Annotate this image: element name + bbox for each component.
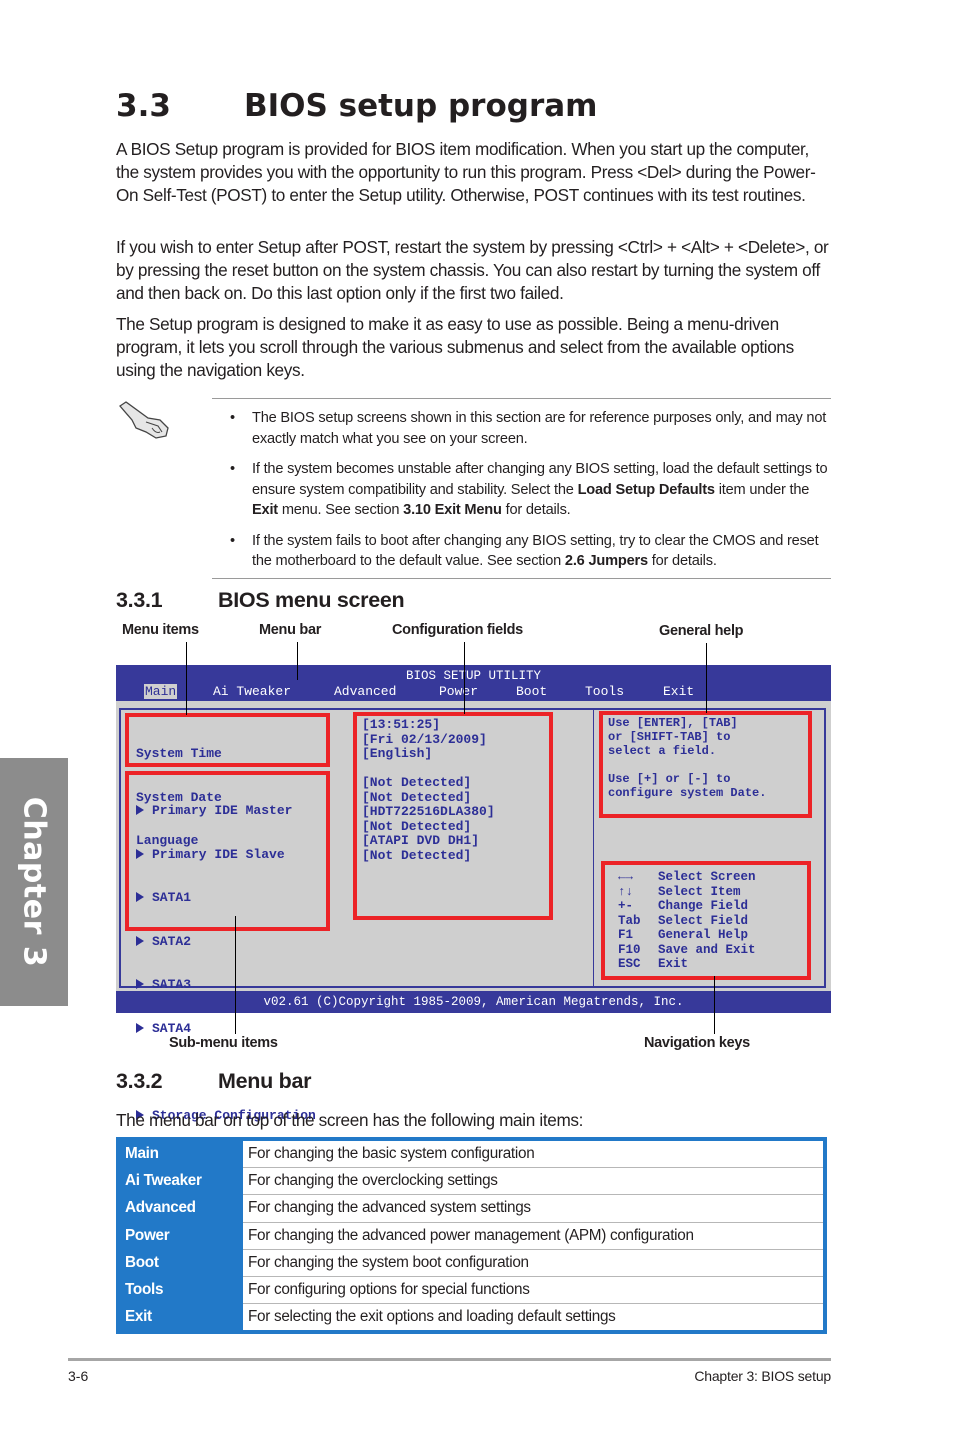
table-row: Advanced For changing the advanced system… bbox=[118, 1194, 825, 1223]
menu-item-description: For changing the basic system configurat… bbox=[242, 1139, 825, 1169]
highlight-menu-items bbox=[125, 713, 330, 767]
highlight-config-fields bbox=[353, 712, 553, 920]
pointing-hand-icon bbox=[119, 401, 169, 439]
section-number: 3.3 bbox=[116, 88, 171, 124]
section-heading: 3.3 BIOS setup program bbox=[116, 88, 597, 124]
bios-tab-power[interactable]: Power bbox=[439, 684, 478, 699]
menu-item-description: For changing the advanced power manageme… bbox=[242, 1222, 825, 1250]
callout-navigation-keys: Navigation keys bbox=[644, 1035, 750, 1051]
table-row: Tools For configuring options for special… bbox=[118, 1276, 825, 1305]
menu-item-name: Main bbox=[118, 1139, 243, 1169]
note-emphasis: Load Setup Defaults bbox=[577, 481, 715, 498]
submenu-arrow-icon bbox=[136, 1022, 144, 1033]
callout-configuration-fields: Configuration fields bbox=[392, 622, 523, 638]
highlight-navigation-keys bbox=[601, 861, 811, 980]
callout-line-menu-bar bbox=[297, 642, 298, 680]
note-item: • If the system becomes unstable after ch… bbox=[212, 459, 832, 521]
bios-submenu-item[interactable]: SATA4 bbox=[136, 1020, 316, 1037]
menu-item-name: Exit bbox=[118, 1303, 243, 1333]
highlight-general-help bbox=[599, 711, 812, 818]
note-text: item under the bbox=[714, 481, 810, 498]
table-row: Ai Tweaker For changing the overclocking … bbox=[118, 1167, 825, 1196]
bios-screen: BIOS SETUP UTILITY Main Ai Tweaker Advan… bbox=[116, 665, 831, 1212]
bios-tab-boot[interactable]: Boot bbox=[516, 684, 547, 699]
submenu-label: SATA4 bbox=[152, 1020, 192, 1036]
section-title: BIOS setup program bbox=[244, 88, 598, 124]
bios-title: BIOS SETUP UTILITY bbox=[405, 669, 542, 683]
menu-item-name: Boot bbox=[118, 1249, 243, 1277]
bios-tab-advanced[interactable]: Advanced bbox=[334, 684, 396, 699]
bullet-icon: • bbox=[230, 532, 235, 549]
menu-item-description: For configuring options for special func… bbox=[242, 1276, 825, 1305]
menu-item-name: Tools bbox=[118, 1276, 243, 1305]
menu-bar-table: Main For changing the basic system config… bbox=[116, 1137, 827, 1335]
menu-item-name: Ai Tweaker bbox=[118, 1167, 243, 1196]
table-row: Exit For selecting the exit options and l… bbox=[118, 1303, 825, 1333]
footer-chapter-title: Chapter 3: BIOS setup bbox=[694, 1368, 831, 1384]
bullet-icon: • bbox=[230, 461, 235, 477]
callout-sub-menu-items: Sub-menu items bbox=[169, 1035, 278, 1051]
subsection-number: 3.3.2 bbox=[116, 1069, 163, 1093]
bios-tab-main[interactable]: Main bbox=[144, 684, 178, 699]
intro-paragraph-2: If you wish to enter Setup after POST, r… bbox=[116, 237, 829, 303]
subsection-heading-menu-bar: 3.3.2 Menu bar bbox=[116, 1069, 311, 1094]
menu-bar-intro: The menu bar on top of the screen has th… bbox=[116, 1110, 584, 1130]
subsection-heading-bios-menu-screen: 3.3.1 BIOS menu screen bbox=[116, 588, 405, 613]
note-bottom-divider bbox=[212, 578, 831, 579]
subsection-title: BIOS menu screen bbox=[218, 588, 405, 612]
table-row: Boot For changing the system boot configu… bbox=[118, 1249, 825, 1277]
page-number: 3-6 bbox=[68, 1368, 89, 1384]
menu-item-name: Advanced bbox=[118, 1194, 243, 1223]
menu-item-name: Power bbox=[118, 1222, 243, 1250]
menu-item-description: For changing the overclocking settings bbox=[242, 1167, 825, 1196]
menu-item-description: For changing the system boot configurati… bbox=[242, 1249, 825, 1277]
table-row: Main For changing the basic system config… bbox=[118, 1139, 825, 1169]
note-emphasis: 3.10 Exit Menu bbox=[403, 502, 502, 518]
footer-divider bbox=[68, 1358, 831, 1361]
callout-menu-items: Menu items bbox=[122, 622, 199, 638]
callout-line-config-fields bbox=[464, 642, 465, 714]
note-top-divider bbox=[212, 398, 831, 399]
bios-tab-ai-tweaker[interactable]: Ai Tweaker bbox=[213, 684, 291, 699]
intro-paragraph-1: A BIOS Setup program is provided for BIO… bbox=[116, 139, 816, 205]
subsection-title: Menu bar bbox=[218, 1069, 312, 1093]
note-text: The BIOS setup screens shown in this sec… bbox=[252, 410, 827, 447]
note-text: for details. bbox=[501, 502, 571, 518]
note-text: for details. bbox=[647, 553, 717, 569]
note-item: • If the system fails to boot after chang… bbox=[212, 531, 832, 572]
bios-tab-exit[interactable]: Exit bbox=[663, 684, 694, 699]
subsection-number: 3.3.1 bbox=[116, 588, 163, 612]
highlight-submenu-items bbox=[125, 771, 330, 931]
submenu-label: SATA3 bbox=[152, 977, 192, 992]
bullet-icon: • bbox=[230, 410, 235, 426]
chapter-tab-label: Chapter 3 bbox=[16, 796, 52, 968]
table-row: Power For changing the advanced power man… bbox=[118, 1222, 825, 1250]
intro-paragraph-3: The Setup program is designed to make it… bbox=[116, 314, 794, 380]
note-list: • The BIOS setup screens shown in this se… bbox=[212, 408, 832, 582]
bios-submenu-item[interactable]: SATA2 bbox=[136, 933, 316, 950]
menu-item-description: For changing the advanced system setting… bbox=[242, 1194, 825, 1223]
callout-general-help: General help bbox=[659, 623, 744, 639]
bios-copyright: v02.61 (C)Copyright 1985-2009, American … bbox=[263, 995, 684, 1009]
callout-line-navigation-keys bbox=[714, 976, 715, 1034]
callout-line-sub-menu-items bbox=[235, 916, 236, 1034]
submenu-label: SATA2 bbox=[152, 933, 192, 949]
chapter-side-tab: Chapter 3 bbox=[0, 758, 68, 1006]
note-item: • The BIOS setup screens shown in this se… bbox=[212, 408, 832, 449]
submenu-arrow-icon bbox=[136, 935, 144, 946]
callout-line-menu-items bbox=[186, 642, 187, 715]
menu-item-description: For selecting the exit options and loadi… bbox=[248, 1308, 616, 1326]
note-text: menu. See section bbox=[277, 502, 404, 518]
callout-line-general-help bbox=[706, 643, 707, 713]
note-emphasis: Exit bbox=[252, 502, 278, 518]
callout-menu-bar: Menu bar bbox=[259, 622, 322, 638]
submenu-arrow-icon bbox=[136, 979, 144, 989]
bios-tab-tools[interactable]: Tools bbox=[585, 684, 624, 699]
note-text: If the system fails to boot after changi… bbox=[252, 532, 819, 570]
bios-help-divider bbox=[593, 708, 594, 988]
note-emphasis: 2.6 Jumpers bbox=[564, 553, 648, 569]
